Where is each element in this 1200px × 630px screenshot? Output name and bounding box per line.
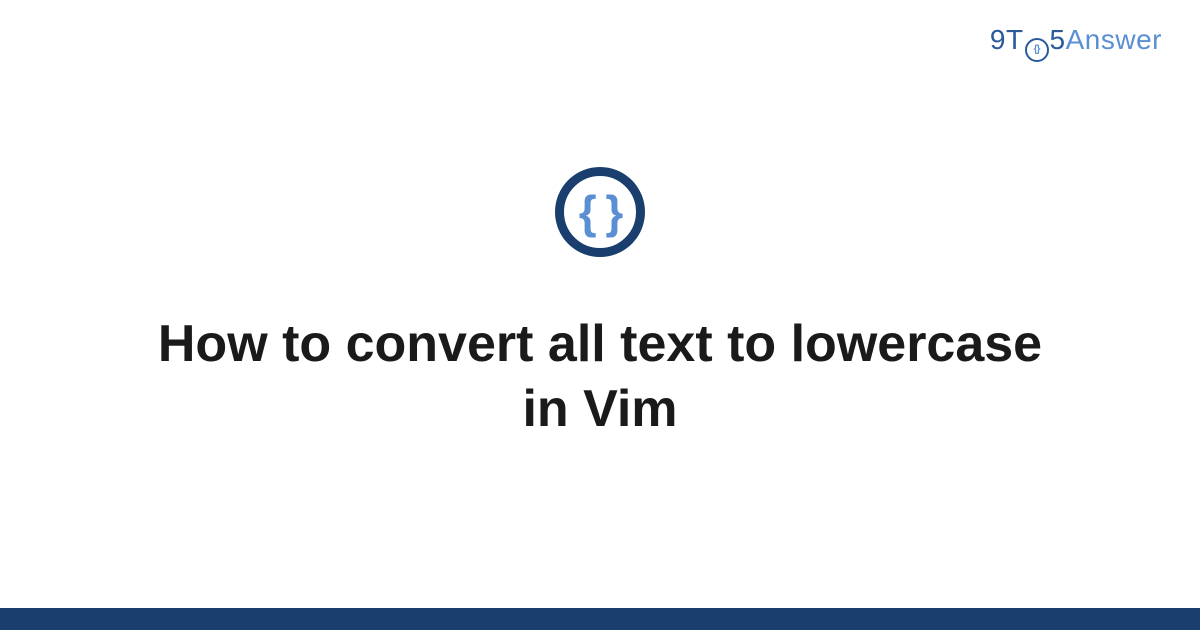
braces-glyph: { }	[579, 185, 622, 239]
footer-accent-bar	[0, 608, 1200, 630]
page-title: How to convert all text to lowercase in …	[150, 312, 1050, 442]
code-braces-icon: { }	[555, 167, 645, 257]
main-content: { } How to convert all text to lowercase…	[0, 0, 1200, 608]
